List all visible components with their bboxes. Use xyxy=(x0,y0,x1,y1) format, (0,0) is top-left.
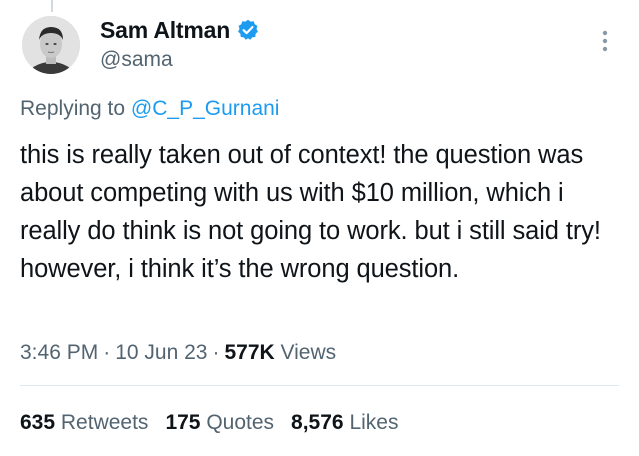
retweets-stat[interactable]: 635 Retweets xyxy=(20,410,148,436)
quotes-label: Quotes xyxy=(206,411,275,434)
views-label: Views xyxy=(280,341,337,364)
author-name-row: Sam Altman xyxy=(100,16,259,44)
likes-stat[interactable]: 8,576 Likes xyxy=(291,410,398,436)
likes-label: Likes xyxy=(349,411,399,434)
meta-separator: · xyxy=(212,341,220,364)
author-handle[interactable]: @sama xyxy=(100,47,173,73)
avatar[interactable] xyxy=(22,16,80,74)
meta-separator: · xyxy=(103,341,111,364)
replying-to-label: Replying to xyxy=(20,97,126,120)
tweet-date[interactable]: 10 Jun 23 xyxy=(115,341,207,364)
author-display-name[interactable]: Sam Altman xyxy=(100,16,230,44)
engagement-stats: 635 Retweets 175 Quotes 8,576 Likes xyxy=(20,410,398,436)
quotes-count: 175 xyxy=(165,411,201,434)
retweets-label: Retweets xyxy=(60,411,149,434)
avatar-photo xyxy=(22,16,80,74)
tweet-text: this is really taken out of context! the… xyxy=(20,141,601,283)
likes-count: 8,576 xyxy=(291,411,344,434)
more-options-icon[interactable] xyxy=(598,26,612,56)
quotes-stat[interactable]: 175 Quotes xyxy=(165,410,274,436)
replying-to-mention-link[interactable]: @C_P_Gurnani xyxy=(131,97,280,120)
replying-to-line: Replying to @C_P_Gurnani xyxy=(20,96,279,122)
retweets-count: 635 xyxy=(20,411,56,434)
divider xyxy=(20,385,619,386)
tweet-meta: 3:46 PM · 10 Jun 23 · 577K Views xyxy=(20,340,336,366)
thread-connector-line xyxy=(51,0,53,12)
verified-badge-icon xyxy=(237,19,259,41)
views-count: 577K xyxy=(224,341,275,364)
tweet-time[interactable]: 3:46 PM xyxy=(20,341,98,364)
